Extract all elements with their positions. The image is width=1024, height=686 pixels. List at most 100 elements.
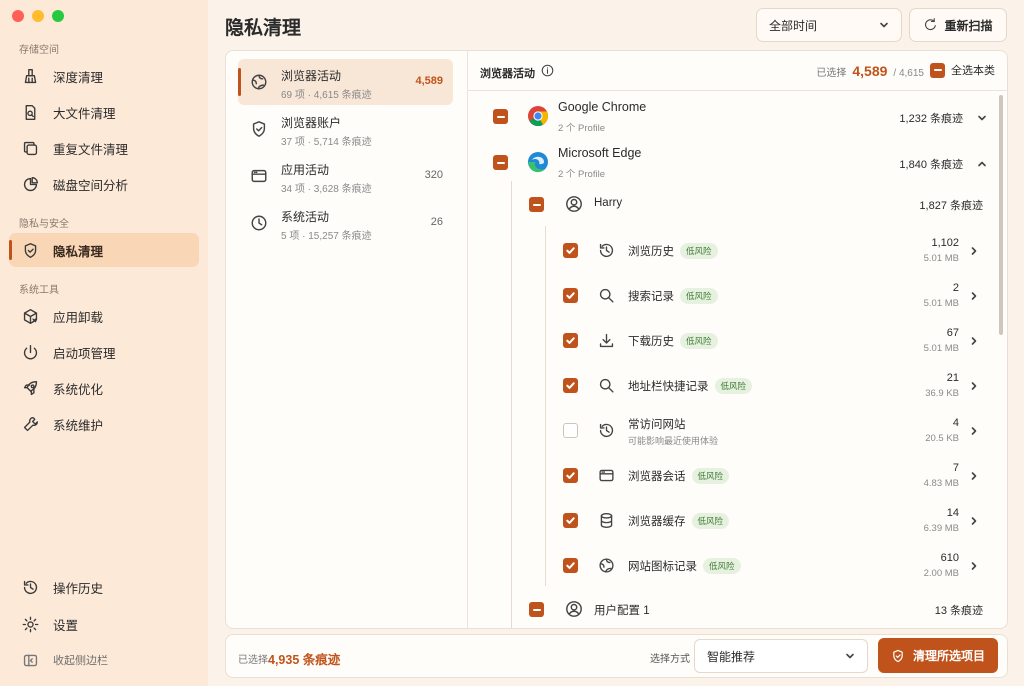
item-size: 5.01 MB [923,253,959,264]
chevron-right-icon[interactable] [969,516,979,526]
minimize-window-button[interactable] [32,10,44,22]
sidebar-item-uninstall[interactable]: 应用卸载 [9,299,199,333]
chevron-right-icon[interactable] [969,561,979,571]
list-item[interactable]: 常访问网站 可能影响最近使用体验 4 20.5 KB [468,408,989,453]
category-browser-accounts[interactable]: 浏览器账户 37 项 · 5,714 条痕迹 [238,106,453,152]
broom-icon [21,67,39,85]
category-app-activity[interactable]: 应用活动 34 项 · 3,628 条痕迹 320 [238,153,453,199]
close-window-button[interactable] [12,10,24,22]
chevron-right-icon[interactable] [969,336,979,346]
category-count: 320 [424,169,443,181]
list-item[interactable]: 浏览历史 低风险 1,102 5.01 MB [468,228,989,273]
profile-row-harry[interactable]: Harry 1,827 条痕迹 [468,187,989,221]
selection-mode-select[interactable]: 智能推荐 [694,639,868,673]
large-file-icon [21,103,39,121]
category-system-activity[interactable]: 系统活动 5 项 · 15,257 条痕迹 26 [238,200,453,246]
time-filter-select[interactable]: 全部时间 [756,8,902,42]
section-label-tools: 系统工具 [19,285,59,296]
category-browser-activity[interactable]: 浏览器活动 69 项 · 4,615 条痕迹 4,589 [238,59,453,105]
selected-summary: 已选择 4,589 / 4,615 [816,63,924,79]
sidebar-item-maintenance[interactable]: 系统维护 [9,407,199,441]
wrench-icon [21,415,39,433]
browser-checkbox[interactable] [493,109,508,124]
rescan-button[interactable]: 重新扫描 [909,8,1007,42]
edge-logo-icon [528,152,548,173]
section-label-privacy: 隐私与安全 [19,219,69,230]
item-checkbox[interactable] [563,423,578,438]
chevron-right-icon[interactable] [969,291,979,301]
browser-checkbox[interactable] [493,155,508,170]
chevron-right-icon[interactable] [969,381,979,391]
detail-title: 浏览器活动 [480,68,535,80]
sidebar-item-privacy-clean[interactable]: 隐私清理 [9,233,199,267]
item-name: 下载历史 [628,336,674,348]
section-label-storage: 存储空间 [19,45,59,56]
item-checkbox[interactable] [563,288,578,303]
item-checkbox[interactable] [563,558,578,573]
shield-check-icon [252,121,266,137]
uninstall-icon [21,307,39,325]
history-icon [599,243,614,258]
scrollbar[interactable] [999,95,1003,335]
browser-row-chrome[interactable]: Google Chrome 2 个 Profile 1,232 条痕迹 [468,95,989,141]
browser-profiles: 2 个 Profile [558,169,605,180]
sidebar-item-disk-analysis[interactable]: 磁盘空间分析 [9,167,199,201]
sidebar-item-duplicates[interactable]: 重复文件清理 [9,131,199,165]
info-icon[interactable] [541,64,554,77]
select-all-checkbox[interactable] [930,62,945,78]
list-item[interactable]: 浏览器缓存 低风险 14 6.39 MB [468,498,989,543]
history-icon [599,423,614,438]
list-item[interactable]: 地址栏快捷记录 低风险 21 36.9 KB [468,363,989,408]
list-item[interactable]: 网站图标记录 低风险 610 2.00 MB [468,543,989,588]
sidebar-item-optimize[interactable]: 系统优化 [9,371,199,405]
item-checkbox[interactable] [563,378,578,393]
history-icon [21,578,39,596]
browser-profiles: 2 个 Profile [558,123,605,134]
footer-selected-label: 已选择 [238,655,268,666]
zoom-window-button[interactable] [52,10,64,22]
list-item[interactable]: 下载历史 低风险 67 5.01 MB [468,318,989,363]
clean-button-label: 清理所选项目 [912,649,985,663]
list-item[interactable]: 搜索记录 低风险 2 5.01 MB [468,273,989,318]
collapse-sidebar-button[interactable]: 收起侧边栏 [9,643,199,677]
chevron-down-icon [880,22,888,28]
item-name: 浏览器缓存 [628,516,686,528]
sidebar-item-settings[interactable]: 设置 [9,607,199,641]
page-title: 隐私清理 [225,18,302,39]
item-size: 2.00 MB [923,568,959,579]
sidebar-item-large-files[interactable]: 大文件清理 [9,95,199,129]
clean-selected-button[interactable]: 清理所选项目 [878,638,998,673]
window-controls [12,10,64,22]
gear-icon [21,615,39,633]
browser-name: Google Chrome [558,100,647,114]
sidebar-item-startup[interactable]: 启动项管理 [9,335,199,369]
window-icon [599,469,614,482]
select-all-toggle[interactable]: 全选本类 [930,62,995,78]
item-checkbox[interactable] [563,513,578,528]
item-name: 浏览器会话 [628,471,686,483]
list-item[interactable]: 浏览器会话 低风险 7 4.83 MB [468,453,989,498]
item-size: 20.5 KB [925,433,959,444]
item-name: 浏览历史 [628,246,674,258]
window-icon [251,169,267,183]
item-checkbox[interactable] [563,333,578,348]
profile-row-user-config-1[interactable]: 用户配置 1 13 条痕迹 [468,593,989,627]
sidebar-item-history[interactable]: 操作历史 [9,570,199,604]
app-window: 存储空间 深度清理 大文件清理 重复文件清理 磁盘空间分析 隐私与安全 隐私清理… [0,0,1024,686]
profile-checkbox[interactable] [529,602,544,617]
chevron-down-icon[interactable] [977,113,987,123]
profile-checkbox[interactable] [529,197,544,212]
chevron-right-icon[interactable] [969,246,979,256]
chevron-right-icon[interactable] [969,426,979,436]
download-icon [599,333,614,348]
power-icon [21,343,39,361]
item-checkbox[interactable] [563,243,578,258]
shield-check-icon [893,649,903,662]
item-checkbox[interactable] [563,468,578,483]
browser-row-edge[interactable]: Microsoft Edge 2 个 Profile 1,840 条痕迹 [468,141,989,187]
sidebar-item-deep-clean[interactable]: 深度清理 [9,59,199,93]
chevron-up-icon[interactable] [977,159,987,169]
chevron-right-icon[interactable] [969,471,979,481]
duplicate-icon [21,139,39,157]
item-name: 常访问网站 [628,419,686,431]
